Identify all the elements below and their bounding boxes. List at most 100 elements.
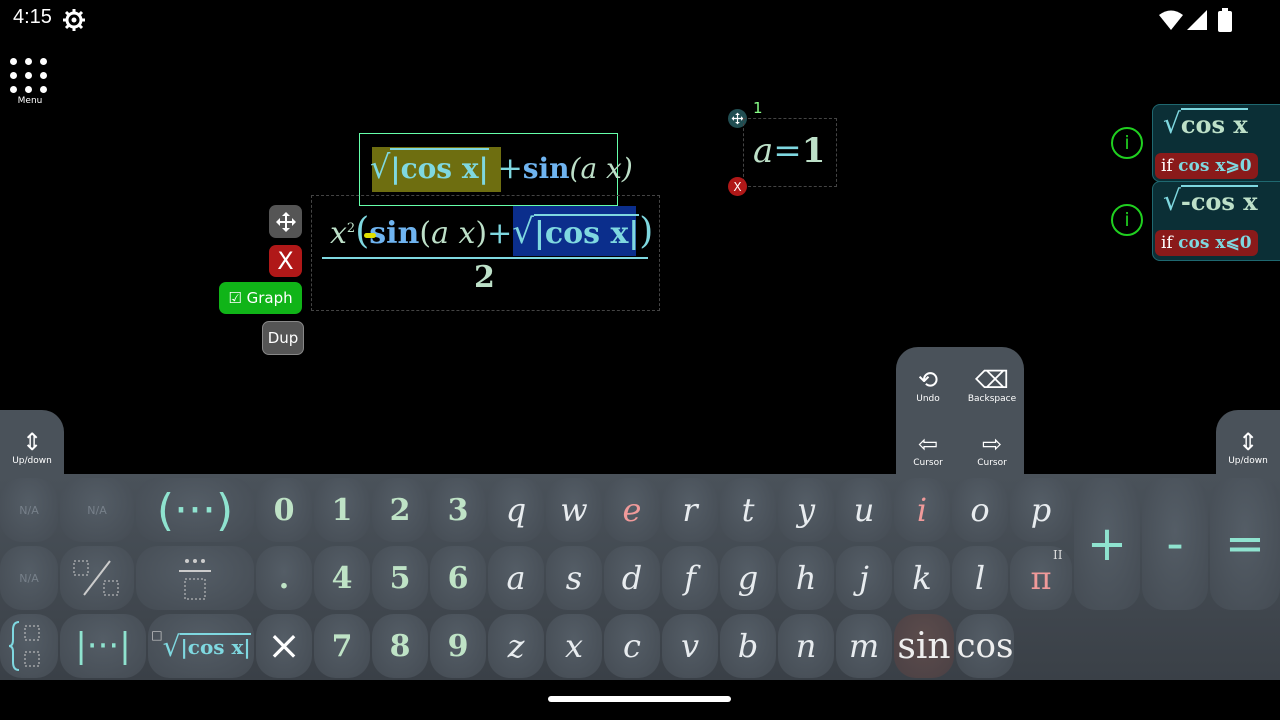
key-q[interactable]: q (488, 478, 544, 542)
key-s[interactable]: s (546, 546, 602, 610)
key-g[interactable]: g (720, 546, 776, 610)
cursor-label: Cursor (913, 458, 943, 468)
key-na[interactable]: N/A (60, 478, 134, 542)
key-4[interactable]: 4 (314, 546, 370, 610)
sqrt-key-label: |cos x| (180, 633, 251, 659)
info-icon[interactable]: i (1111, 127, 1143, 159)
updown-label: Up/down (1228, 456, 1268, 466)
updown-right-button[interactable]: ⇕ Up/down (1220, 428, 1276, 466)
key-na[interactable]: N/A (0, 546, 58, 610)
key-j[interactable]: j (836, 546, 892, 610)
denominator: 2 (474, 260, 495, 295)
key-7[interactable]: 7 (314, 614, 370, 678)
undo-button[interactable]: ⟲ Undo (900, 366, 956, 404)
key-cases[interactable] (0, 614, 58, 678)
key-fraction[interactable] (136, 546, 254, 610)
condition-card-2[interactable]: √-cos x if cos x⩽0 (1152, 181, 1280, 261)
backspace-button[interactable]: ⌫ Backspace (962, 366, 1022, 404)
exponent: 2 (346, 221, 356, 236)
condition-if: if (1161, 233, 1173, 253)
key-minus[interactable]: - (1142, 478, 1208, 610)
key-pi[interactable]: π (1010, 546, 1072, 610)
key-z[interactable]: z (488, 614, 544, 678)
home-indicator[interactable] (548, 696, 731, 702)
sin-function: sin (369, 216, 420, 251)
formula-box[interactable]: x2(sin(a x)+√|cos x|) 2 (311, 195, 660, 311)
undo-icon: ⟲ (917, 366, 939, 394)
variable-delete-button[interactable]: X (728, 177, 747, 196)
condition-if: if (1161, 156, 1173, 176)
key-v[interactable]: v (662, 614, 718, 678)
key-o[interactable]: o (952, 478, 1008, 542)
move-button[interactable] (269, 205, 302, 238)
cursor-right-button[interactable]: ⇨ Cursor (964, 430, 1020, 468)
key-x[interactable]: x (546, 614, 602, 678)
duplicate-button[interactable]: Dup (262, 321, 304, 355)
key-w[interactable]: w (546, 478, 602, 542)
key-t[interactable]: t (720, 478, 776, 542)
key-n[interactable]: n (778, 614, 834, 678)
delete-button[interactable]: X (269, 245, 302, 277)
key-i[interactable]: i (894, 478, 950, 542)
arrow-right-icon: ⇨ (981, 430, 1003, 458)
key-e[interactable]: e (604, 478, 660, 542)
key-b[interactable]: b (720, 614, 776, 678)
key-y[interactable]: y (778, 478, 834, 542)
graph-toggle[interactable]: ☑ Graph (219, 282, 302, 314)
key-5[interactable]: 5 (372, 546, 428, 610)
key-h[interactable]: h (778, 546, 834, 610)
key-cos[interactable]: cos (956, 614, 1014, 678)
condition-prefix: - (1180, 187, 1191, 216)
variable-name: a (753, 131, 774, 171)
fraction-bar (322, 257, 648, 259)
key-l[interactable]: l (952, 546, 1008, 610)
key-k[interactable]: k (894, 546, 950, 610)
key-fraction-inline[interactable] (60, 546, 134, 610)
updown-left-button[interactable]: ⇕ Up/down (4, 428, 60, 466)
key-1[interactable]: 1 (314, 478, 370, 542)
info-icon[interactable]: i (1111, 204, 1143, 236)
key-c[interactable]: c (604, 614, 660, 678)
key-absolute[interactable]: |···| (60, 614, 146, 678)
cursor-left-button[interactable]: ⇦ Cursor (900, 430, 956, 468)
backspace-label: Backspace (967, 394, 1017, 404)
key-multiply[interactable]: × (256, 614, 312, 678)
key-sin[interactable]: sin (894, 614, 954, 678)
key-f[interactable]: f (662, 546, 718, 610)
updown-label: Up/down (12, 456, 52, 466)
battery-icon (1218, 8, 1232, 32)
key-equals[interactable]: = (1210, 478, 1280, 610)
key-parentheses[interactable]: (···) (136, 478, 254, 542)
condition-expr: cos x (1190, 187, 1258, 216)
variable-value: 1 (801, 131, 826, 171)
cursor-handle[interactable] (364, 233, 376, 238)
condition-text: cos x⩾0 (1178, 156, 1252, 176)
key-m[interactable]: m (836, 614, 892, 678)
key-3[interactable]: 3 (430, 478, 486, 542)
up-down-arrow-icon: ⇕ (21, 428, 43, 456)
key-sqrt[interactable]: □ √ |cos x| (148, 614, 254, 678)
key-6[interactable]: 6 (430, 546, 486, 610)
key-8[interactable]: 8 (372, 614, 428, 678)
key-na[interactable]: N/A (0, 478, 58, 542)
equals-sign: = (773, 131, 802, 171)
condition-card-1[interactable]: √cos x if cos x⩾0 (1152, 104, 1280, 182)
move-arrows-icon (275, 211, 296, 232)
key-plus[interactable]: + (1074, 478, 1140, 610)
key-0[interactable]: 0 (256, 478, 312, 542)
key-decimal[interactable]: . (256, 546, 312, 610)
plus-sign: + (497, 151, 523, 186)
key-a[interactable]: a (488, 546, 544, 610)
sqrt-content: |cos x| (533, 214, 640, 251)
variable-box[interactable]: a=1 (743, 118, 837, 187)
key-2[interactable]: 2 (372, 478, 428, 542)
key-9[interactable]: 9 (430, 614, 486, 678)
key-d[interactable]: d (604, 546, 660, 610)
menu-grid-icon[interactable] (10, 58, 50, 94)
close-icon: X (277, 247, 294, 275)
key-r[interactable]: r (662, 478, 718, 542)
key-p[interactable]: p (1010, 478, 1072, 542)
sqrt-content: |cos x| (390, 148, 489, 185)
sqrt-symbol: √ (370, 148, 391, 186)
key-u[interactable]: u (836, 478, 892, 542)
